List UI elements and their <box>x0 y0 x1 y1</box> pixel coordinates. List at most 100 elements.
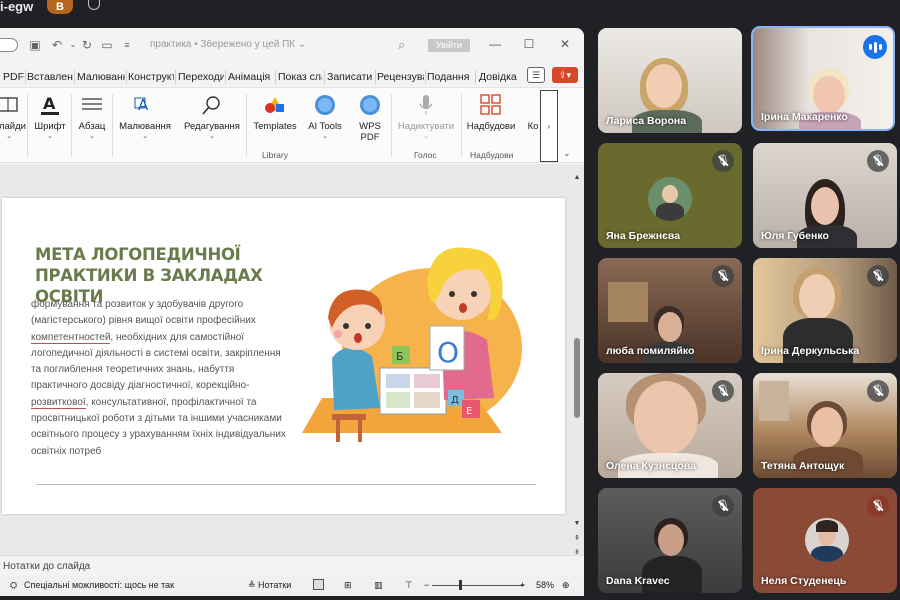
save-icon[interactable]: ▣ <box>28 38 42 52</box>
participant-name: Dana Kravec <box>606 575 670 587</box>
present-icon[interactable]: ▭ <box>100 38 114 52</box>
tab-divider <box>425 70 426 84</box>
comments-button[interactable]: ☰ <box>527 67 545 83</box>
maximize-icon[interactable]: ☐ <box>522 37 536 51</box>
tab-divider <box>126 70 127 84</box>
drawing-button[interactable]: A Малювання ⌄ <box>116 92 174 160</box>
slide-editor[interactable]: МЕТА ЛОГОПЕДИЧНОЇ ПРАКТИКИ В ЗАКЛАДАХ ОС… <box>0 164 584 564</box>
zoom-slider[interactable] <box>432 585 524 586</box>
tab-insert[interactable]: Вставлення <box>27 68 73 86</box>
addins-icon <box>465 92 517 118</box>
tab-divider <box>225 70 226 84</box>
ribbon-divider <box>112 94 113 156</box>
slides-button[interactable]: Слайди ⌄ <box>0 92 26 160</box>
chevron-down-icon: ⌄ <box>89 133 95 140</box>
share-button[interactable]: ⇪▾ <box>552 67 578 83</box>
participant-tile[interactable]: 🎙 Юля Губенко <box>753 143 897 248</box>
search-icon[interactable]: ⌕ <box>398 37 412 52</box>
notes-placeholder[interactable]: Нотатки до слайда <box>3 561 90 572</box>
mic-off-icon: 🎙 <box>867 380 889 402</box>
collapse-ribbon-icon[interactable]: ⌄ <box>563 148 571 159</box>
slide[interactable]: МЕТА ЛОГОПЕДИЧНОЇ ПРАКТИКИ В ЗАКЛАДАХ ОС… <box>2 198 565 514</box>
participant-tile[interactable]: 🎙 Яна Брежнєва <box>598 143 742 248</box>
wps-pdf-button[interactable]: WPS PDF <box>350 92 390 160</box>
slide-sorter-icon[interactable]: ⊞ <box>344 580 352 591</box>
editing-label: Редагування <box>184 121 240 132</box>
tab-draw[interactable]: Малювання <box>77 68 125 86</box>
notes-toggle-icon[interactable]: ≜ <box>248 580 256 591</box>
mic-off-icon: 🎙 <box>712 495 734 517</box>
pdf-label: PDF <box>360 132 380 143</box>
tab-review[interactable]: Рецензування <box>377 68 424 86</box>
participant-tile[interactable]: 🎙 Олена Кузнєцова <box>598 373 742 478</box>
fit-slide-icon[interactable]: ⊕ <box>562 580 570 591</box>
paragraph-icon <box>73 92 111 118</box>
participant-face <box>634 381 698 455</box>
tab-animations[interactable]: Анімація <box>228 68 274 86</box>
scroll-up-icon[interactable]: ▲ <box>572 174 582 184</box>
wps-label: WPS <box>359 121 381 132</box>
zoom-in-icon[interactable]: + <box>520 580 525 590</box>
redo-icon[interactable]: ↻ <box>80 38 94 52</box>
zoom-level[interactable]: 58% <box>536 580 554 590</box>
customize-toolbar-icon[interactable]: ≡ <box>120 38 134 52</box>
zoom-out-icon[interactable]: − <box>424 580 429 590</box>
zoom-slider-thumb[interactable] <box>459 580 462 590</box>
participant-tile[interactable]: Лариса Ворона <box>598 28 742 133</box>
accessibility-icon[interactable]: ⛭ <box>10 580 17 591</box>
info-icon[interactable] <box>88 0 100 10</box>
ribbon: Слайди ⌄ A Шрифт ⌄ Абзац ⌄ A Малювання ⌄… <box>0 87 584 163</box>
tab-slideshow[interactable]: Показ слайдів <box>278 68 322 86</box>
font-icon: A <box>30 92 70 118</box>
chevron-down-icon: ⌄ <box>6 133 12 140</box>
ai-tools-label: AI Tools <box>308 121 342 132</box>
sign-in-button[interactable]: Увійти <box>428 39 470 52</box>
paragraph-button[interactable]: Абзац ⌄ <box>73 92 111 160</box>
tab-design[interactable]: Конструктор <box>128 68 174 86</box>
editing-button[interactable]: Редагування ⌄ <box>181 92 243 160</box>
document-title[interactable]: практика • Збережено у цей ПК ⌄ <box>150 39 306 50</box>
autosave-toggle[interactable] <box>0 38 18 52</box>
ai-tools-button[interactable]: AI Tools ⌄ <box>304 92 346 160</box>
participant-name: Олена Кузнєцова <box>606 460 696 472</box>
meeting-code: i-egw <box>0 0 34 14</box>
vertical-scrollbar[interactable]: ▲ ▼ ⇞ ⇟ <box>572 174 582 564</box>
mic-off-icon: 🎙 <box>867 495 889 517</box>
scroll-thumb[interactable] <box>574 338 580 418</box>
children-illustration[interactable]: О Б Д Е <box>302 228 522 458</box>
scroll-down-icon[interactable]: ▼ <box>572 520 582 530</box>
participant-tile[interactable]: 🎙 Dana Kravec <box>598 488 742 593</box>
undo-icon[interactable]: ↶ <box>50 38 64 52</box>
ribbon-tabs: PDF Вставлення Малювання Конструктор Пер… <box>0 68 584 86</box>
notes-pane[interactable]: Нотатки до слайда <box>0 555 584 575</box>
participant-tile-active[interactable]: Ірина Макаренко <box>751 26 895 131</box>
normal-view-icon[interactable] <box>313 579 324 590</box>
tab-transitions[interactable]: Переходи <box>178 68 224 86</box>
chevron-down-icon: ⌄ <box>322 133 328 140</box>
slide-body-text[interactable]: формування та розвиток у здобувачів друг… <box>31 297 293 460</box>
templates-label: Templates <box>253 121 297 132</box>
previous-slide-icon[interactable]: ⇞ <box>572 534 582 544</box>
tab-help[interactable]: Довідка <box>479 68 523 86</box>
slideshow-icon[interactable]: ⊤ <box>405 580 413 591</box>
reading-view-icon[interactable]: ▥ <box>374 580 383 591</box>
accessibility-status[interactable]: Спеціальні можливості: щось не так <box>24 580 174 590</box>
font-button[interactable]: A Шрифт ⌄ <box>30 92 70 160</box>
close-icon[interactable]: ✕ <box>558 37 572 51</box>
participant-tile[interactable]: 🎙 Неля Студенець <box>753 488 897 593</box>
participant-tile[interactable]: 🎙 Ірина Деркульська <box>753 258 897 363</box>
participant-tile[interactable]: 🎙 люба помиляйко <box>598 258 742 363</box>
cube-letter: Д <box>451 395 459 406</box>
tab-pdf[interactable]: PDF <box>3 68 25 86</box>
user-avatar[interactable]: B <box>47 0 73 14</box>
copilot-button[interactable]: Ко <box>525 92 541 160</box>
participant-tile[interactable]: 🎙 Тетяна Антощук <box>753 373 897 478</box>
tab-record[interactable]: Записати <box>327 68 373 86</box>
tab-view[interactable]: Подання <box>427 68 473 86</box>
minimize-icon[interactable]: — <box>488 37 502 51</box>
notes-toggle-label[interactable]: Нотатки <box>258 580 291 590</box>
ribbon-more-button[interactable]: › <box>540 90 558 162</box>
participant-name: Неля Студенець <box>761 575 847 587</box>
participant-name: Яна Брежнєва <box>606 230 681 242</box>
undo-dropdown-icon[interactable]: ⌄ <box>66 38 80 52</box>
